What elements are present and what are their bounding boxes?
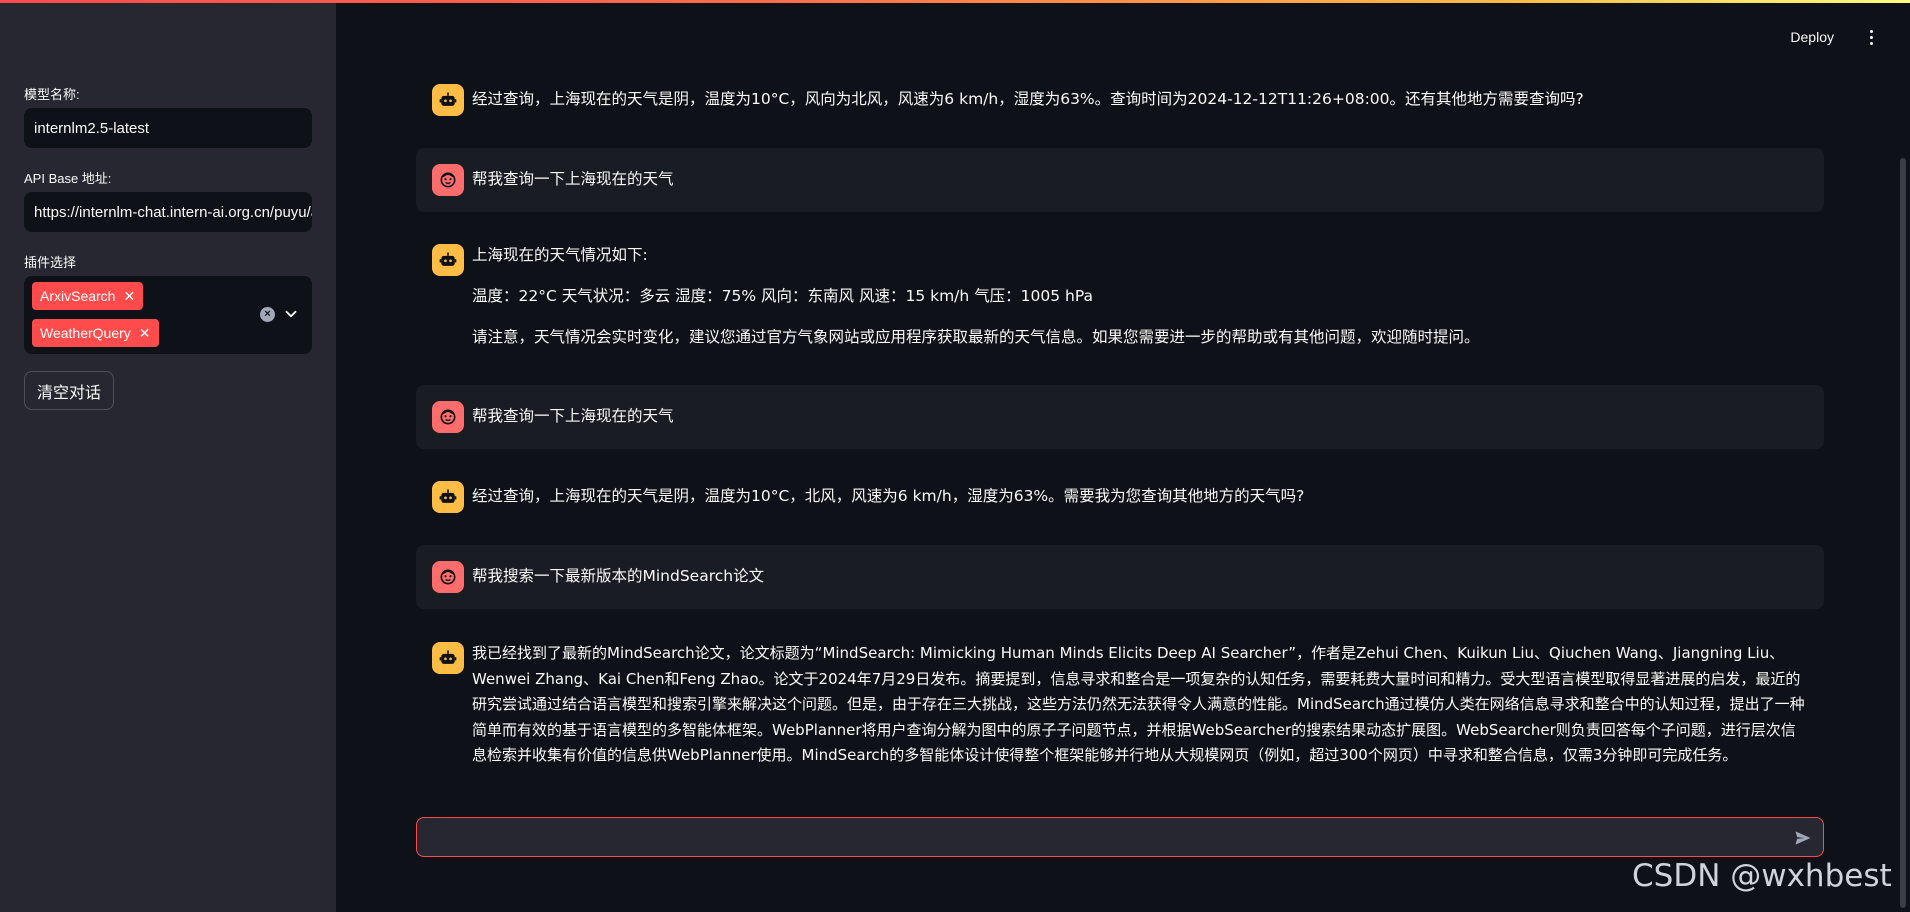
chat-message-assistant: 经过查询，上海现在的天气是阴，温度为10°C，风向为北风，风速为6 km/h，湿… xyxy=(416,78,1824,118)
top-decoration-bar xyxy=(0,0,1910,3)
bot-avatar-icon xyxy=(432,642,464,674)
message-text: 经过查询，上海现在的天气是阴，温度为10°C，风向为北风，风速为6 km/h，湿… xyxy=(472,90,1584,108)
chevron-down-icon[interactable] xyxy=(282,305,300,323)
plugin-tag-label: ArxivSearch xyxy=(40,288,116,304)
clear-chat-button[interactable]: 清空对话 xyxy=(24,371,114,410)
bot-avatar-icon xyxy=(432,481,464,513)
message-text: 帮我查询一下上海现在的天气 xyxy=(472,407,674,425)
message-text: 我已经找到了最新的MindSearch论文，论文标题为“MindSearch: … xyxy=(472,644,1805,764)
chat-area: 经过查询，上海现在的天气是阴，温度为10°C，风向为北风，风速为6 km/h，湿… xyxy=(336,0,1910,912)
message-text: 上海现在的天气情况如下: 温度：22°C 天气状况：多云 湿度：75% 风向：东… xyxy=(472,246,1480,346)
user-avatar-icon xyxy=(432,561,464,593)
remove-tag-icon[interactable]: ✕ xyxy=(123,288,135,305)
remove-tag-icon[interactable]: ✕ xyxy=(139,325,151,342)
message-text: 帮我查询一下上海现在的天气 xyxy=(472,170,674,188)
plugin-tag-weatherquery: WeatherQuery ✕ xyxy=(32,319,159,347)
api-base-label: API Base 地址: xyxy=(24,171,112,186)
scrollbar[interactable] xyxy=(1900,158,1906,908)
user-avatar-icon xyxy=(432,401,464,433)
plugin-tag-label: WeatherQuery xyxy=(40,325,131,341)
model-name-label: 模型名称: xyxy=(24,87,80,102)
chat-message-assistant: 经过查询，上海现在的天气是阴，温度为10°C，北风，风速为6 km/h，湿度为6… xyxy=(416,478,1824,518)
model-name-input[interactable]: internlm2.5-latest xyxy=(24,108,312,148)
plugin-tag-arxivsearch: ArxivSearch ✕ xyxy=(32,282,144,310)
sidebar: 模型名称: internlm2.5-latest API Base 地址: ht… xyxy=(0,0,336,912)
chat-message-user: 帮我搜索一下最新版本的MindSearch论文 xyxy=(416,545,1824,609)
message-text: 帮我搜索一下最新版本的MindSearch论文 xyxy=(472,567,765,585)
chat-message-user: 帮我查询一下上海现在的天气 xyxy=(416,148,1824,212)
clear-all-icon[interactable]: × xyxy=(260,307,275,322)
plugin-multiselect[interactable]: ArxivSearch ✕ WeatherQuery ✕ × xyxy=(24,276,312,354)
bot-avatar-icon xyxy=(432,84,464,116)
plugin-select-label: 插件选择 xyxy=(24,255,77,270)
user-avatar-icon xyxy=(432,164,464,196)
watermark: CSDN @wxhbest xyxy=(1632,858,1892,894)
chat-message-assistant: 我已经找到了最新的MindSearch论文，论文标题为“MindSearch: … xyxy=(416,640,1824,770)
chat-message-assistant: 上海现在的天气情况如下: 温度：22°C 天气状况：多云 湿度：75% 风向：东… xyxy=(416,236,1824,356)
bot-avatar-icon xyxy=(432,244,464,276)
message-text: 经过查询，上海现在的天气是阴，温度为10°C，北风，风速为6 km/h，湿度为6… xyxy=(472,487,1305,505)
send-icon[interactable] xyxy=(1793,828,1813,848)
chat-message-user: 帮我查询一下上海现在的天气 xyxy=(416,385,1824,449)
chat-input[interactable] xyxy=(416,817,1824,857)
api-base-input[interactable]: https://internlm-chat.intern-ai.org.cn/p… xyxy=(24,192,312,232)
